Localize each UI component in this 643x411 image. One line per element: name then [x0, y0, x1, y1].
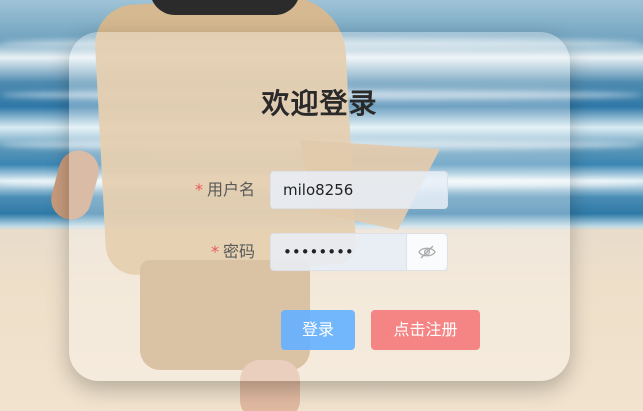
- username-input[interactable]: [271, 172, 447, 208]
- username-label: * 用户名: [195, 171, 255, 209]
- username-field-wrapper: [270, 171, 448, 209]
- password-label: * 密码: [211, 233, 255, 271]
- username-row: * 用户名: [69, 171, 570, 209]
- password-visibility-toggle[interactable]: [406, 234, 447, 270]
- background-photo: 欢迎登录 *用户名 *密码: [0, 0, 643, 411]
- password-row: * 密码: [69, 233, 570, 271]
- login-button[interactable]: 登录: [281, 310, 355, 350]
- login-card: 欢迎登录 *用户名 *密码: [69, 32, 570, 381]
- register-button[interactable]: 点击注册: [371, 310, 480, 350]
- required-mark: *: [210, 242, 219, 261]
- eye-off-icon: [418, 245, 436, 259]
- password-field-wrapper: [270, 233, 448, 271]
- person-collar: [150, 0, 300, 15]
- password-label-text: 密码: [222, 242, 255, 261]
- username-label-text: 用户名: [206, 180, 255, 199]
- required-mark: *: [194, 180, 203, 199]
- page-title: 欢迎登录: [261, 87, 378, 120]
